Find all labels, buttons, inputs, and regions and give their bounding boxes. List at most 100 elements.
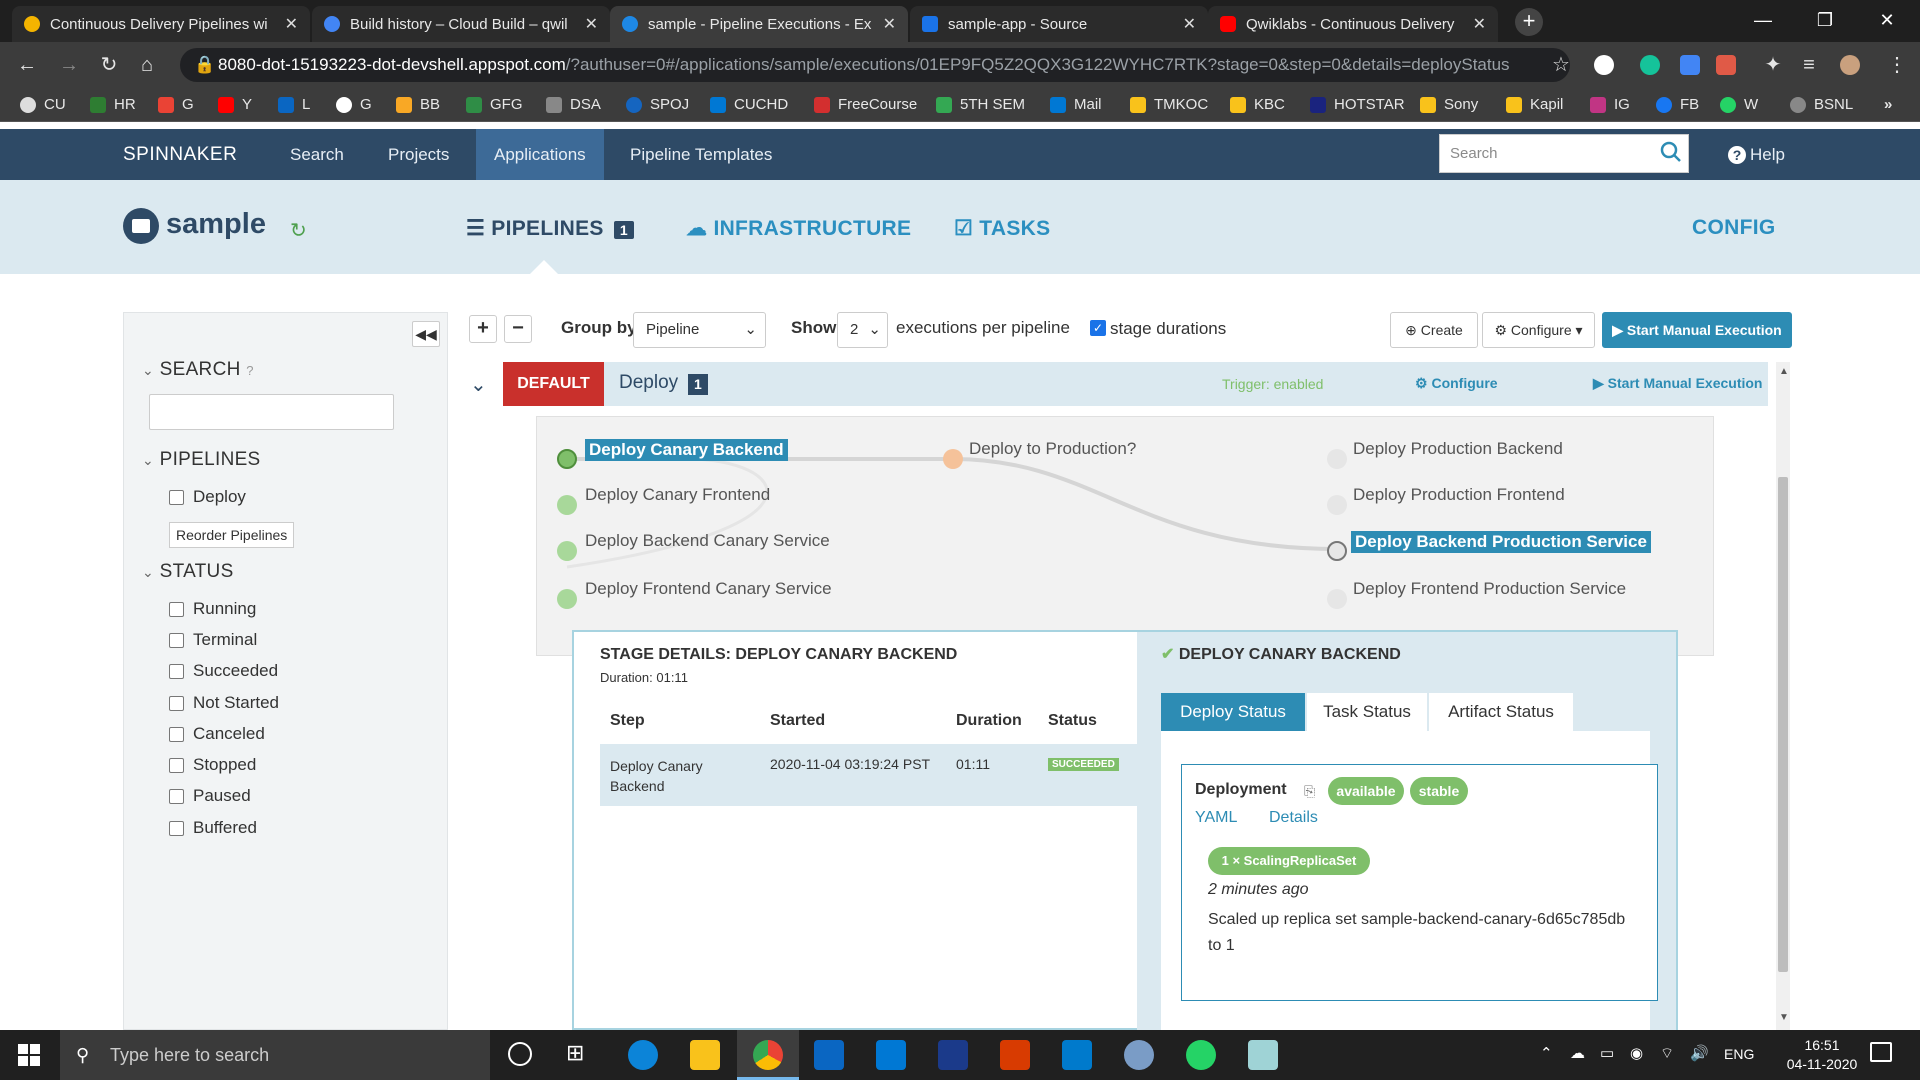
whatsapp-icon[interactable] bbox=[1186, 1040, 1216, 1070]
sidebar-search-input[interactable] bbox=[149, 394, 394, 430]
minimize-icon[interactable]: — bbox=[1732, 0, 1794, 42]
browser-tab-active[interactable]: sample - Pipeline Executions - Ex ✕ bbox=[610, 6, 908, 42]
yaml-link[interactable]: YAML bbox=[1195, 809, 1237, 827]
status-checkbox[interactable] bbox=[169, 633, 184, 648]
stage-deploy-production-backend[interactable]: Deploy Production Backend bbox=[1353, 439, 1563, 459]
bookmark-star-icon[interactable]: ☆ bbox=[1548, 52, 1574, 78]
scrollbar-thumb[interactable] bbox=[1778, 477, 1788, 972]
bookmark[interactable]: L bbox=[278, 96, 310, 113]
status-checkbox[interactable] bbox=[169, 758, 184, 773]
bookmark[interactable]: DSA bbox=[546, 96, 601, 113]
bookmark[interactable]: IG bbox=[1590, 96, 1630, 113]
status-checkbox[interactable] bbox=[169, 602, 184, 617]
tab-task-status[interactable]: Task Status bbox=[1307, 693, 1427, 731]
stage-deploy-backend-production-service[interactable]: Deploy Backend Production Service bbox=[1351, 531, 1651, 553]
avatar[interactable] bbox=[1840, 55, 1860, 75]
nav-applications[interactable]: Applications bbox=[476, 129, 604, 180]
back-icon[interactable]: ← bbox=[14, 52, 40, 78]
bookmark[interactable]: CU bbox=[20, 96, 66, 113]
stage-node[interactable] bbox=[557, 541, 577, 561]
global-search-input[interactable]: Search bbox=[1439, 134, 1689, 173]
bookmark[interactable]: HR bbox=[90, 96, 136, 113]
bookmark[interactable]: FreeCourse bbox=[814, 96, 917, 113]
reload-icon[interactable]: ↻ bbox=[96, 52, 122, 78]
status-checkbox[interactable] bbox=[169, 664, 184, 679]
tab-config[interactable]: CONFIG bbox=[1692, 216, 1775, 240]
configure-dropdown-button[interactable]: ⚙ Configure ▾ bbox=[1482, 312, 1595, 348]
scroll-up-icon[interactable]: ▲ bbox=[1779, 366, 1789, 377]
refresh-icon[interactable]: ↻ bbox=[290, 218, 307, 243]
bookmark[interactable]: G bbox=[158, 96, 194, 113]
nav-pipeline-templates[interactable]: Pipeline Templates bbox=[630, 129, 772, 180]
volume-icon[interactable]: 🔊 bbox=[1690, 1044, 1709, 1062]
status-checkbox[interactable] bbox=[169, 789, 184, 804]
executions-count-select[interactable]: 2 ⌄ bbox=[837, 312, 888, 348]
close-window-icon[interactable]: ✕ bbox=[1856, 0, 1918, 42]
bookmark[interactable]: HOTSTAR bbox=[1310, 96, 1405, 113]
browser-tab[interactable]: sample-app - Source ✕ bbox=[910, 6, 1208, 42]
tab-pipelines[interactable]: ☰ PIPELINES 1 bbox=[466, 216, 634, 241]
close-icon[interactable]: ✕ bbox=[285, 14, 298, 34]
bookmark[interactable]: BB bbox=[396, 96, 440, 113]
dev-icon[interactable] bbox=[938, 1040, 968, 1070]
bookmark[interactable]: Mail bbox=[1050, 96, 1102, 113]
stage-durations-checkbox[interactable]: ✓ bbox=[1090, 320, 1106, 336]
pipeline-name[interactable]: Deploy bbox=[619, 372, 678, 394]
close-icon[interactable]: ✕ bbox=[1183, 14, 1196, 34]
collapse-all-button[interactable]: − bbox=[504, 315, 532, 343]
extension-icon[interactable] bbox=[1716, 55, 1736, 75]
more-bookmarks-icon[interactable]: » bbox=[1884, 96, 1892, 113]
bookmark[interactable]: 5TH SEM bbox=[936, 96, 1025, 113]
app-icon[interactable] bbox=[1248, 1040, 1278, 1070]
stage-node[interactable] bbox=[1327, 541, 1347, 561]
bookmark[interactable]: Kapil bbox=[1506, 96, 1563, 113]
taskbar-search-box[interactable]: ⚲ Type here to search bbox=[60, 1030, 490, 1080]
group-by-select[interactable]: Pipeline ⌄ bbox=[633, 312, 766, 348]
cortana-icon[interactable] bbox=[508, 1042, 532, 1066]
translate-icon[interactable] bbox=[1680, 55, 1700, 75]
pipeline-filter-checkbox[interactable] bbox=[169, 490, 184, 505]
close-icon[interactable]: ✕ bbox=[1473, 14, 1486, 34]
stage-deploy-backend-canary-service[interactable]: Deploy Backend Canary Service bbox=[585, 531, 830, 551]
linkedin-icon[interactable] bbox=[814, 1040, 844, 1070]
stage-deploy-frontend-canary-service[interactable]: Deploy Frontend Canary Service bbox=[585, 579, 832, 599]
bookmark[interactable]: G bbox=[336, 96, 372, 113]
start-manual-execution-button[interactable]: ▶ Start Manual Execution bbox=[1602, 312, 1792, 348]
stage-node-manual-judgment[interactable] bbox=[943, 449, 963, 469]
search-section-header[interactable]: ⌄ SEARCH ? bbox=[142, 359, 254, 381]
stage-deploy-canary-frontend[interactable]: Deploy Canary Frontend bbox=[585, 485, 770, 505]
windows-start-icon[interactable] bbox=[18, 1044, 40, 1066]
chevron-down-icon[interactable]: ⌄ bbox=[470, 372, 487, 397]
puzzle-icon[interactable]: ✦ bbox=[1760, 52, 1786, 78]
expand-all-button[interactable]: + bbox=[469, 315, 497, 343]
brand-logo[interactable]: SPINNAKER bbox=[123, 129, 237, 180]
tab-tasks[interactable]: ☑ TASKS bbox=[954, 216, 1050, 241]
stage-deploy-production-frontend[interactable]: Deploy Production Frontend bbox=[1353, 485, 1565, 505]
scroll-down-icon[interactable]: ▼ bbox=[1779, 1012, 1789, 1023]
vscode-icon[interactable] bbox=[1062, 1040, 1092, 1070]
create-button[interactable]: ⊕ Create bbox=[1390, 312, 1478, 348]
pipeline-configure-link[interactable]: ⚙ Configure bbox=[1415, 375, 1498, 392]
stage-deploy-frontend-production-service[interactable]: Deploy Frontend Production Service bbox=[1353, 579, 1626, 599]
bookmark[interactable]: KBC bbox=[1230, 96, 1285, 113]
language-indicator[interactable]: ENG bbox=[1724, 1046, 1754, 1062]
reorder-pipelines-button[interactable]: Reorder Pipelines bbox=[169, 522, 295, 548]
details-link[interactable]: Details bbox=[1269, 809, 1318, 827]
battery-icon[interactable]: ▭ bbox=[1600, 1044, 1614, 1062]
new-tab-button[interactable]: + bbox=[1515, 8, 1543, 36]
edge-icon[interactable] bbox=[628, 1040, 658, 1070]
grammarly-icon[interactable] bbox=[1640, 55, 1660, 75]
help-link[interactable]: ? Help bbox=[1728, 129, 1785, 180]
home-icon[interactable]: ⌂ bbox=[134, 52, 160, 78]
bookmark[interactable]: SPOJ bbox=[626, 96, 689, 113]
stage-node[interactable] bbox=[557, 589, 577, 609]
stage-node-succeeded[interactable] bbox=[557, 449, 577, 469]
bookmark[interactable]: TMKOC bbox=[1130, 96, 1208, 113]
chevron-up-icon[interactable]: ⌃ bbox=[1540, 1044, 1553, 1062]
cloud-icon[interactable]: ☁ bbox=[1570, 1044, 1585, 1062]
clone-icon[interactable]: ⎘ bbox=[1304, 783, 1315, 800]
stage-node[interactable] bbox=[1327, 495, 1347, 515]
notification-icon[interactable] bbox=[1870, 1042, 1892, 1062]
status-checkbox[interactable] bbox=[169, 727, 184, 742]
wifi-icon[interactable]: ⌔ bbox=[1660, 1044, 1674, 1063]
